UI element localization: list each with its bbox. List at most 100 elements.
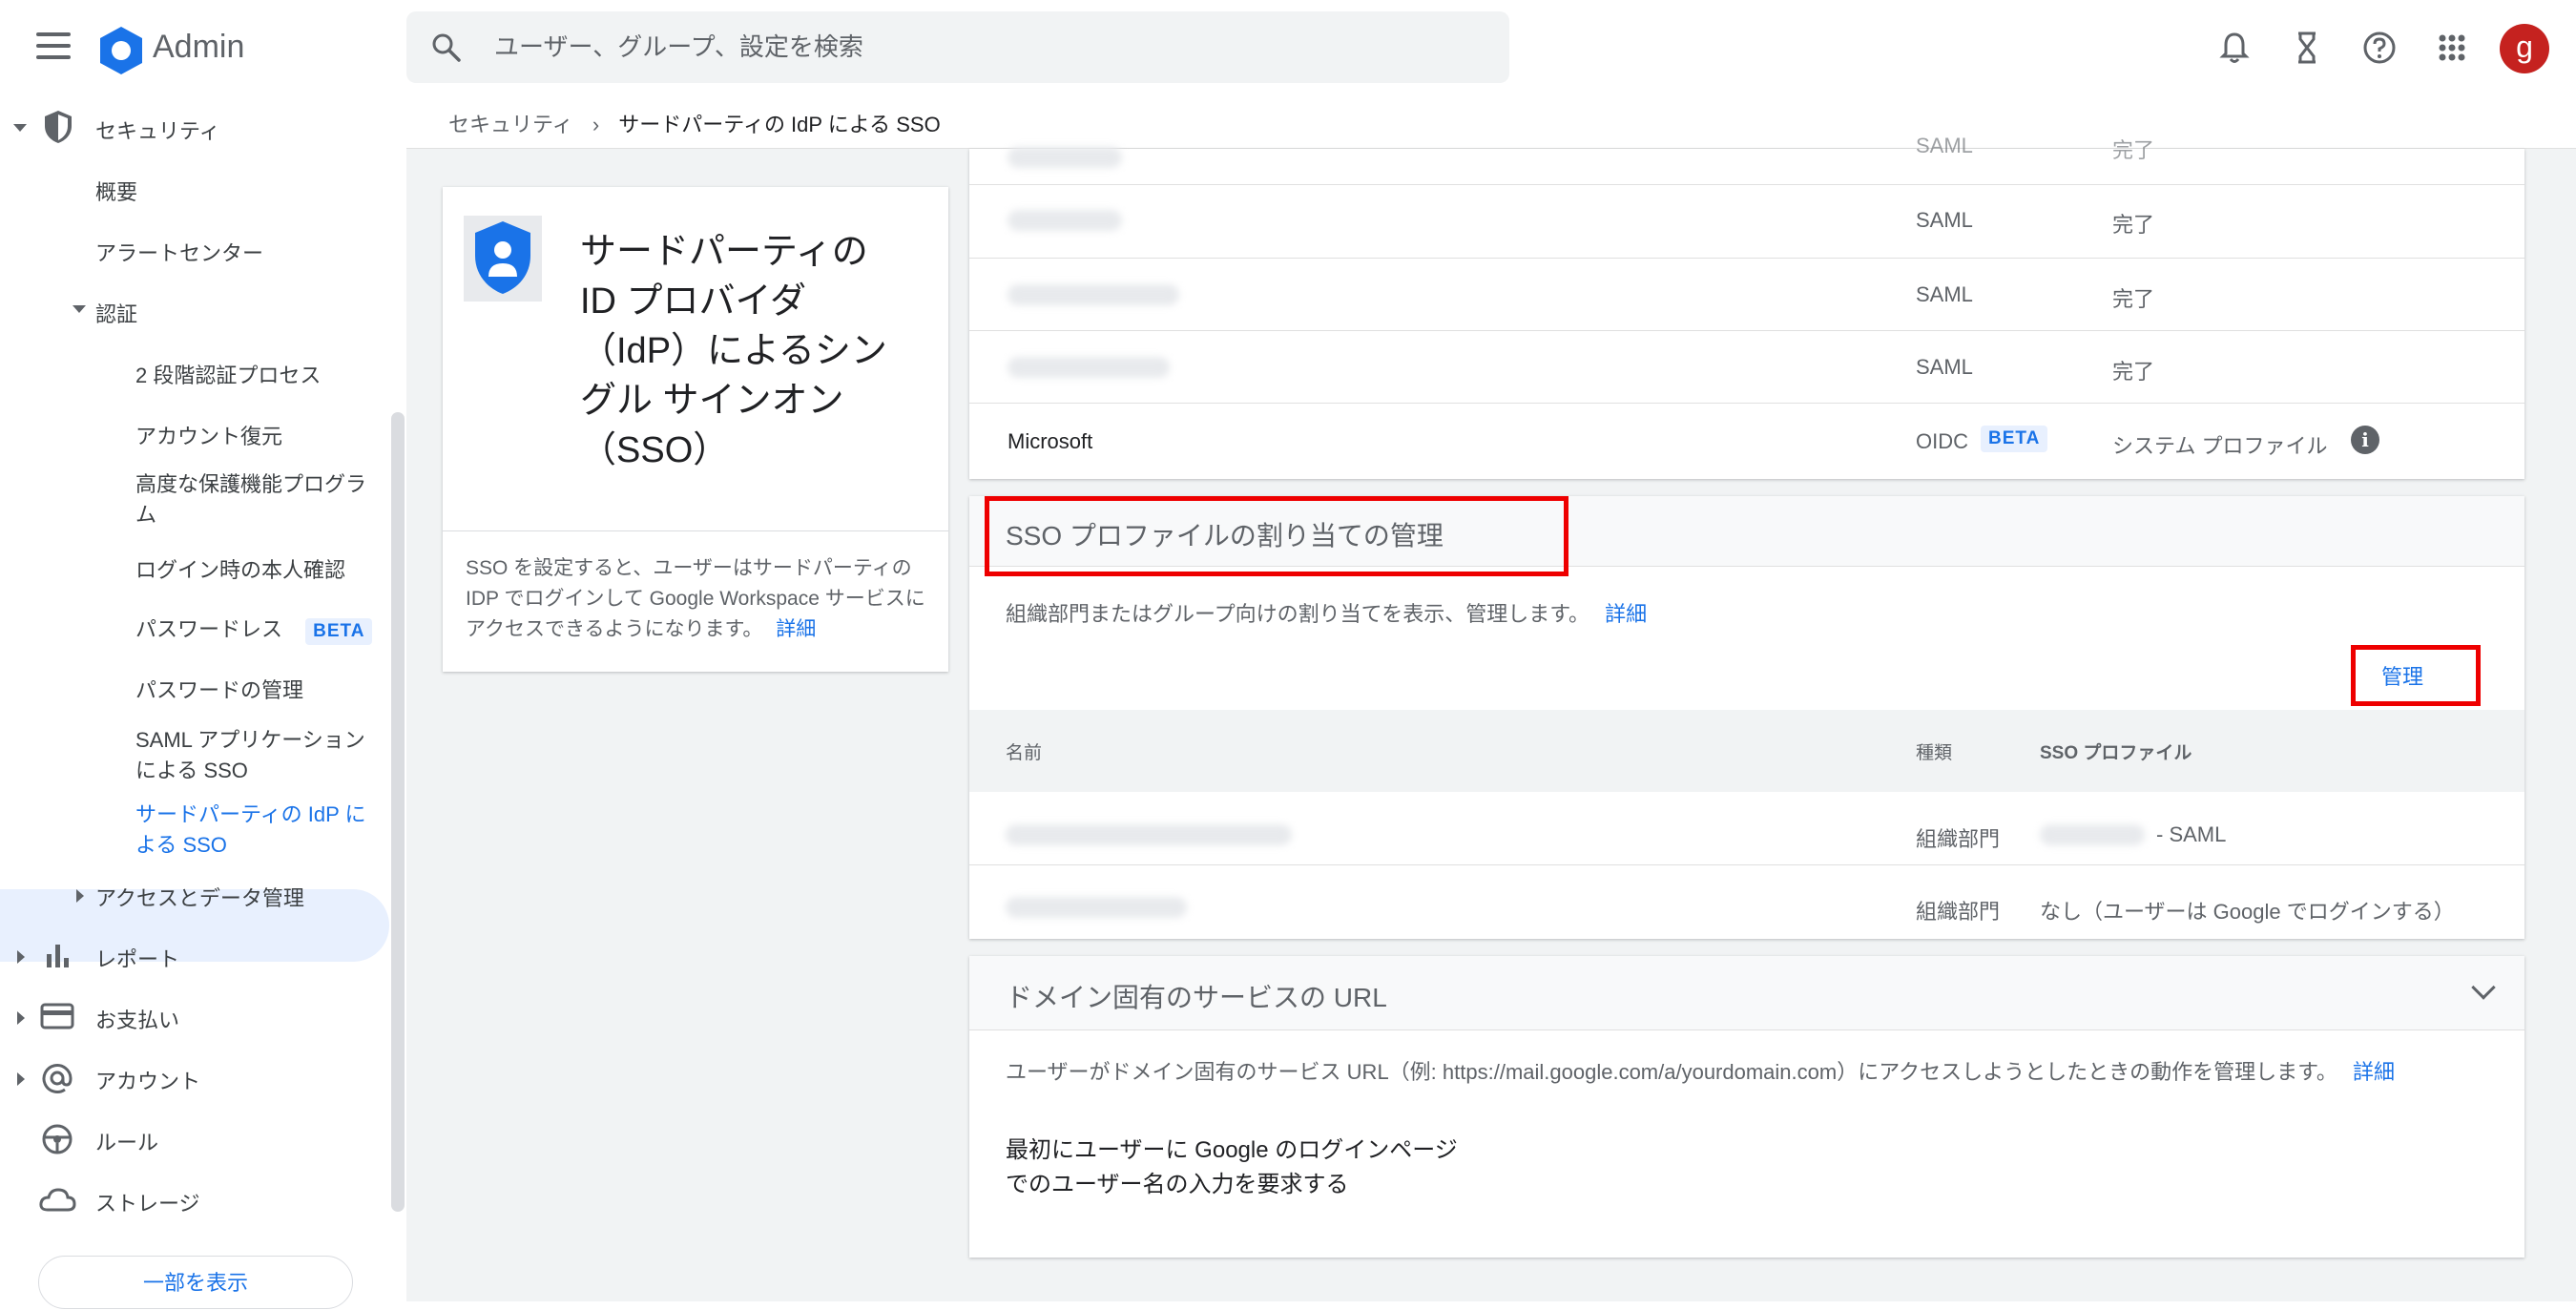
redacted-profile-name (1008, 147, 1122, 168)
assignment-type: 組織部門 (1916, 900, 2001, 924)
column-sso-profile: SSO プロファイル (2040, 743, 2192, 763)
sso-profiles-panel: SAML 完了 SAML 完了 SAML 完了 SAML 完了 Microsof… (969, 134, 2524, 479)
auth-collapse-arrow-icon[interactable] (73, 305, 86, 313)
row-divider (969, 864, 2524, 865)
redacted-profile-name (1008, 357, 1170, 378)
search-icon[interactable] (429, 31, 464, 65)
assignment-details-link[interactable]: 詳細 (1605, 602, 1647, 626)
sidebar-item-security[interactable]: セキュリティ (95, 114, 220, 145)
sso-user-shield-icon (464, 216, 542, 302)
account-expand-arrow-icon[interactable] (17, 1072, 25, 1086)
notifications-bell-icon[interactable] (2215, 29, 2254, 67)
domain-urls-setting-line2: でのユーザー名の入力を要求する (1006, 1172, 1349, 1197)
beta-badge: BETA (305, 618, 373, 645)
sidebar-item-overview[interactable]: 概要 (95, 176, 137, 206)
domain-urls-details-link[interactable]: 詳細 (2353, 1060, 2395, 1084)
sidebar-item-billing[interactable]: お支払い (95, 1004, 179, 1034)
breadcrumb-parent[interactable]: セキュリティ (448, 113, 573, 136)
highlight-box-manage (2351, 645, 2481, 706)
apps-grid-icon[interactable] (2433, 29, 2471, 67)
help-icon[interactable] (2360, 29, 2399, 67)
sidebar-item-password-mgmt[interactable]: パスワードの管理 (135, 674, 303, 704)
profile-status: 完了 (2112, 360, 2155, 384)
sidebar-item-two-step[interactable]: 2 段階認証プロセス (135, 359, 321, 389)
saml-sso-line1: SAML アプリケーション (135, 728, 365, 752)
domain-urls-title: ドメイン固有のサービスの URL (1006, 983, 1387, 1012)
sidebar-item-login-verification[interactable]: ログイン時の本人確認 (135, 553, 345, 584)
highlight-box-title (985, 496, 1568, 576)
info-card-description-text: SSO を設定すると、ユーザーはサードパーティの IDP でログインして Goo… (466, 557, 925, 640)
breadcrumb: セキュリティ › サードパーティの IdP による SSO (448, 108, 941, 138)
info-icon[interactable]: i (2351, 426, 2379, 454)
user-avatar[interactable]: g (2500, 24, 2549, 73)
profile-type: SAML (1916, 208, 1973, 232)
microsoft-profile-status: システム プロファイル (2112, 434, 2328, 458)
sidebar-item-advanced-protection[interactable]: 高度な保護機能プログラム (135, 469, 384, 530)
search-bar[interactable] (406, 11, 1509, 83)
sidebar-item-alert-center[interactable]: アラートセンター (95, 237, 263, 267)
top-bar: Admin g (0, 0, 2576, 97)
sidebar-item-account-recovery[interactable]: アカウント復元 (135, 420, 282, 450)
profile-type: SAML (1916, 134, 1973, 157)
third-party-sso-line2: よる SSO (135, 833, 227, 857)
sidebar-item-passwordless-label: パスワードレス (135, 617, 283, 641)
info-card-description: SSO を設定すると、ユーザーはサードパーティの IDP でログインして Goo… (466, 553, 933, 645)
assignment-description: 組織部門またはグループ向けの割り当てを表示、管理します。 詳細 (1006, 597, 1647, 628)
sidebar-item-saml-sso[interactable]: SAML アプリケーション による SSO (135, 725, 365, 786)
assignment-description-text: 組織部門またはグループ向けの割り当てを表示、管理します。 (1006, 602, 1590, 626)
access-data-expand-arrow-icon[interactable] (76, 889, 84, 903)
rules-steering-icon (42, 1124, 73, 1154)
assignment-table-header: 名前 種類 SSO プロファイル (969, 710, 2524, 792)
sidebar-item-third-party-sso[interactable]: サードパーティの IdP に よる SSO (135, 800, 366, 861)
redacted-profile-name (1008, 284, 1179, 305)
main-menu-icon[interactable] (36, 32, 71, 61)
domain-urls-panel: ドメイン固有のサービスの URL ユーザーがドメイン固有のサービス URL（例:… (969, 956, 2524, 1258)
hourglass-tasks-icon[interactable] (2288, 29, 2326, 67)
domain-urls-description: ユーザーがドメイン固有のサービス URL（例: https://mail.goo… (1006, 1055, 2395, 1086)
sidebar-item-auth[interactable]: 認証 (95, 298, 137, 328)
billing-card-icon (40, 1003, 74, 1029)
storage-cloud-icon (39, 1188, 76, 1212)
security-shield-icon (45, 111, 72, 143)
breadcrumb-current: サードパーティの IdP による SSO (618, 113, 941, 136)
search-input[interactable] (492, 11, 1446, 83)
sidebar-item-passwordless[interactable]: パスワードレス BETA (135, 613, 373, 645)
billing-expand-arrow-icon[interactable] (17, 1011, 25, 1025)
profile-status: 完了 (2112, 213, 2155, 237)
sidebar-item-rules[interactable]: ルール (95, 1126, 158, 1156)
reports-bar-chart-icon (47, 945, 69, 967)
oidc-beta-badge: BETA (1981, 426, 2048, 452)
info-card: サードパーティの ID プロバイダ（IdP）によるシングル サインオン（SSO）… (443, 187, 948, 672)
sidebar-item-account[interactable]: アカウント (95, 1065, 200, 1095)
reports-expand-arrow-icon[interactable] (17, 950, 25, 964)
column-type: 種類 (1916, 743, 1953, 763)
profile-status: 完了 (2112, 287, 2155, 311)
sidebar-item-access-data[interactable]: アクセスとデータ管理 (95, 882, 304, 912)
sidebar-item-storage[interactable]: ストレージ (95, 1187, 200, 1217)
row-divider (969, 403, 2524, 404)
collapse-arrow-icon[interactable] (13, 124, 27, 132)
profile-type: SAML (1916, 282, 1973, 306)
info-card-title: サードパーティの ID プロバイダ（IdP）によるシングル サインオン（SSO） (580, 232, 887, 470)
info-card-details-link[interactable]: 詳細 (776, 618, 816, 640)
domain-urls-setting: 最初にユーザーに Google のログインページ でのユーザー名の入力を要求する (1006, 1133, 1458, 1202)
row-divider (969, 330, 2524, 331)
third-party-sso-line1: サードパーティの IdP に (135, 802, 366, 826)
info-card-divider (443, 530, 948, 531)
sidebar: セキュリティ 概要 アラートセンター 認証 2 段階認証プロセス アカウント復元… (0, 97, 406, 1301)
breadcrumb-separator: › (592, 113, 600, 136)
app-name[interactable]: Admin (153, 29, 244, 66)
saml-sso-line2: による SSO (135, 759, 248, 782)
domain-urls-setting-line1: 最初にユーザーに Google のログインページ (1006, 1137, 1458, 1163)
sidebar-scrollbar[interactable] (391, 412, 405, 1212)
row-divider (969, 184, 2524, 185)
redacted-org-unit-name (1006, 824, 1292, 845)
sidebar-item-reports[interactable]: レポート (95, 943, 179, 973)
assignment-type: 組織部門 (1916, 827, 2001, 851)
assignment-profile: - SAML (2156, 822, 2227, 846)
profile-status: 完了 (2112, 138, 2155, 162)
redacted-profile-name (1008, 210, 1122, 231)
account-at-icon (42, 1064, 73, 1093)
admin-logo-icon[interactable] (95, 25, 147, 76)
column-name: 名前 (1006, 743, 1043, 763)
